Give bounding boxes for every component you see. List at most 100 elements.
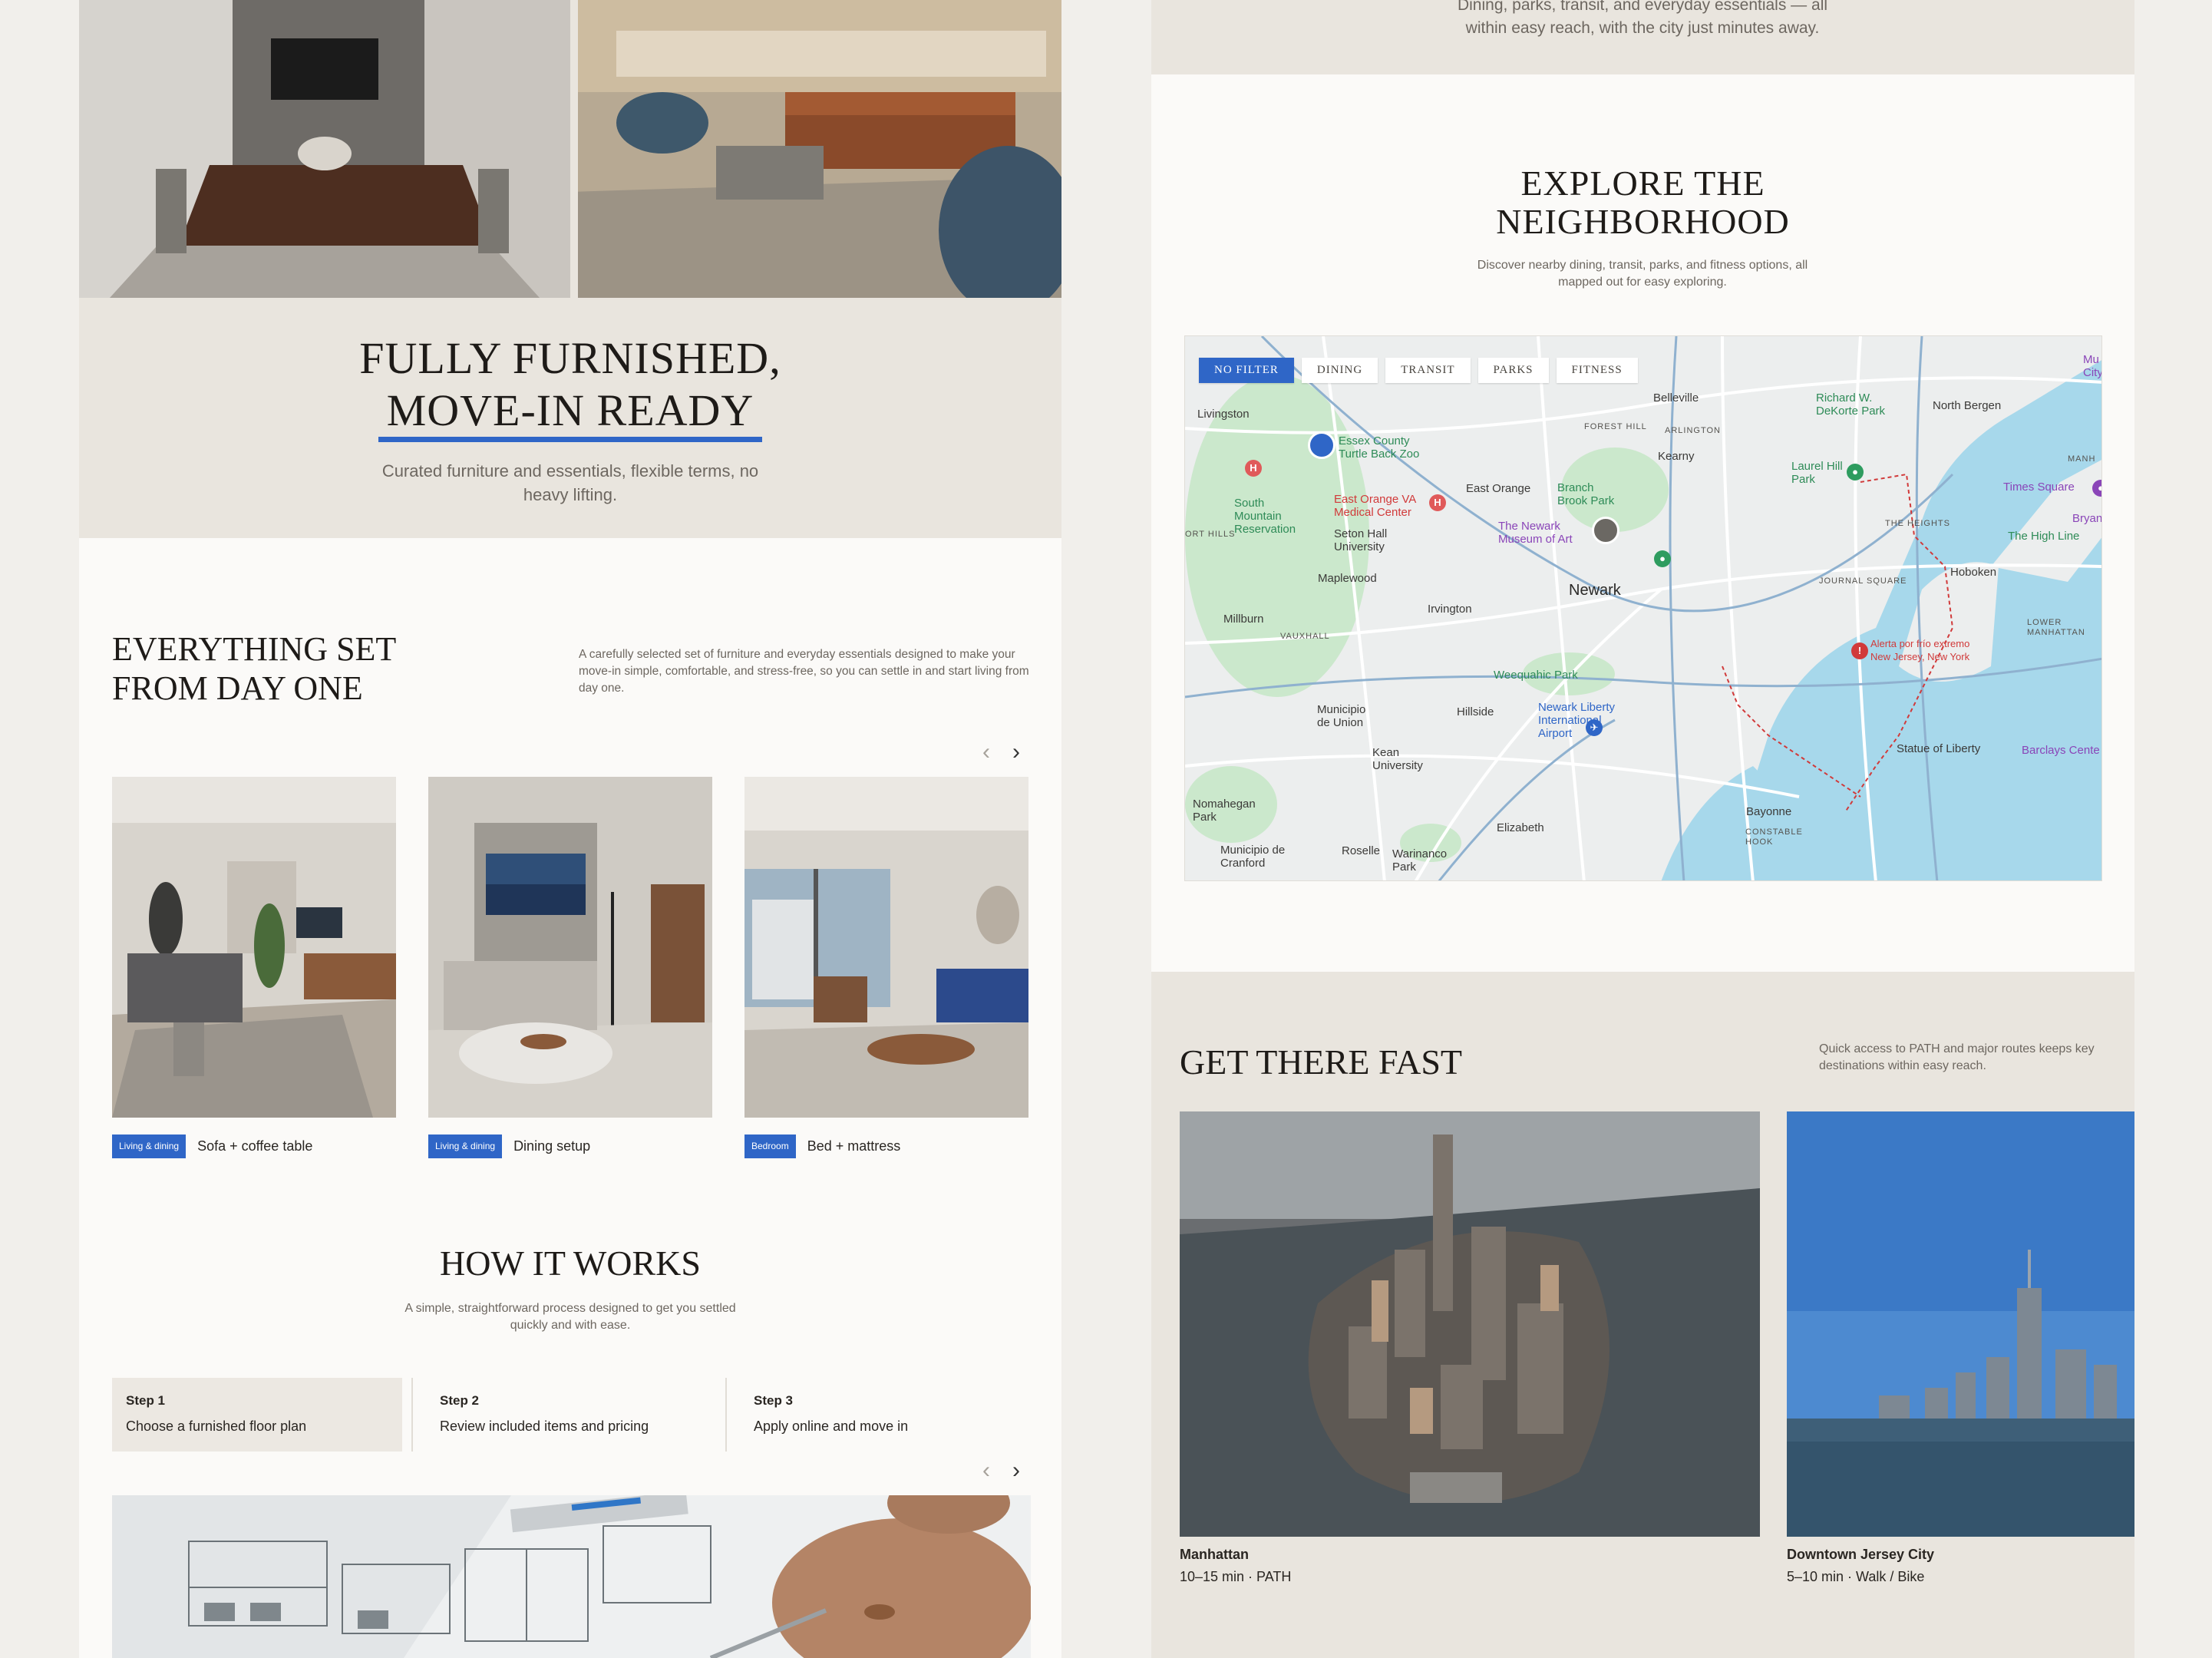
map-label-va-center: East Orange VA Medical Center	[1334, 493, 1416, 519]
map-label-roselle: Roselle	[1342, 844, 1381, 857]
furnishing-card[interactable]: Living & dining Sofa + coffee table	[112, 777, 396, 1158]
furnishing-card[interactable]: Living & dining Dining setup	[428, 777, 712, 1158]
zoo-photo-pin-icon[interactable]	[1308, 431, 1335, 459]
map-label-north-bergen: North Bergen	[1933, 399, 2002, 412]
how-it-works-title: HOW IT WORKS	[440, 1244, 701, 1283]
map-label-statue: Statue of Liberty	[1897, 742, 1981, 755]
step-divider	[725, 1378, 727, 1452]
everything-title: EVERYTHING SET FROM DAY ONE	[112, 630, 396, 707]
step-2[interactable]: Step 2 Review included items and pricing	[426, 1378, 716, 1452]
filter-parks[interactable]: PARKS	[1477, 358, 1549, 383]
hero-lounge-photo	[79, 0, 1061, 298]
filter-no-filter[interactable]: NO FILTER	[1199, 358, 1294, 383]
map-label-dekorte: Richard W. DeKorte Park	[1816, 391, 1886, 418]
furnished-subtitle: Curated furniture and essentials, flexib…	[381, 461, 759, 504]
step-number: Step 2	[440, 1393, 480, 1408]
bedroom-photo	[744, 777, 1028, 1118]
furnished-title: FULLY FURNISHED, MOVE-IN READY	[79, 332, 1061, 437]
map-label-seton-hall: Seton Hall University	[1334, 527, 1388, 553]
destination-time: 10–15 min · PATH	[1180, 1569, 1292, 1584]
map-label-east-orange: East Orange	[1466, 482, 1531, 495]
category-tag: Living & dining	[112, 1135, 187, 1158]
furnishing-card[interactable]: Bedroom Bed + mattress	[744, 777, 1028, 1158]
furnished-title-line1: FULLY FURNISHED,	[359, 333, 781, 383]
manhattan-aerial-photo[interactable]	[1180, 1111, 1760, 1537]
map-label-kean: Kean University	[1372, 746, 1423, 772]
explore-title: EXPLORE THE NEIGHBORHOOD	[1151, 164, 2134, 241]
map-label-bryan: Bryan	[2072, 512, 2102, 525]
map-label-times-square: Times Square	[2003, 481, 2075, 494]
card-meta: Living & dining Dining setup	[428, 1135, 590, 1158]
destination-name: Manhattan	[1180, 1547, 1249, 1562]
card-meta: Bedroom Bed + mattress	[744, 1135, 900, 1158]
step-3[interactable]: Step 3 Apply online and move in	[740, 1378, 1030, 1452]
map-label-irvington: Irvington	[1428, 603, 1472, 616]
how-it-works-description: A simple, straightforward process design…	[404, 1302, 736, 1332]
steps-prev-button[interactable]: ‹	[975, 1459, 998, 1484]
airport-pin-icon[interactable]: ✈	[1586, 719, 1603, 736]
map-label-mu-city: Mu City	[2083, 353, 2102, 379]
hospital-pin-icon[interactable]: H	[1245, 460, 1262, 477]
map-label-lower-manhattan: LOWER MANHATTAN	[2027, 618, 2085, 637]
map-label-elizabeth: Elizabeth	[1497, 821, 1544, 834]
map-label-laurel-hill: Laurel Hill Park	[1791, 460, 1843, 486]
map-label-journal-square: JOURNAL SQUARE	[1819, 576, 1907, 586]
furnished-section: FULLY FURNISHED, MOVE-IN READY Curated f…	[79, 298, 1061, 538]
get-there-fast-section: GET THERE FAST Quick access to PATH and …	[1151, 972, 2134, 1658]
map-label-the-heights: THE HEIGHTS	[1885, 519, 1950, 528]
card-label: Sofa + coffee table	[197, 1138, 313, 1154]
filter-transit[interactable]: TRANSIT	[1385, 358, 1471, 383]
map-label-nomahegan: Nomahegan Park	[1193, 798, 1256, 824]
map-label-forest-hill: FOREST HILL	[1584, 422, 1647, 431]
map-label-newark: Newark	[1569, 582, 1621, 599]
neighborhood-map[interactable]: NO FILTER DINING TRANSIT PARKS FITNESS L…	[1184, 335, 2102, 881]
hospital-pin-icon[interactable]: H	[1429, 494, 1446, 511]
map-label-maplewood: Maplewood	[1318, 572, 1377, 585]
park-pin-icon[interactable]: ●	[1654, 550, 1671, 567]
map-filter-bar: NO FILTER DINING TRANSIT PARKS FITNESS	[1199, 358, 1638, 383]
neighborhood-intro-text: Dining, parks, transit, and everyday ess…	[1457, 0, 1828, 37]
get-there-fast-description: Quick access to PATH and major routes ke…	[1819, 1042, 2095, 1072]
everything-description: A carefully selected set of furniture an…	[579, 648, 1029, 695]
map-label-weequahic: Weequahic Park	[1494, 669, 1578, 682]
park-pin-icon[interactable]: ●	[1847, 464, 1864, 481]
step-text: Apply online and move in	[754, 1419, 909, 1434]
destination-time: 5–10 min · Walk / Bike	[1787, 1569, 1925, 1584]
step-text: Choose a furnished floor plan	[126, 1419, 307, 1434]
filter-dining[interactable]: DINING	[1301, 358, 1378, 383]
steps-next-button[interactable]: ›	[1005, 1459, 1028, 1484]
jersey-city-skyline-photo[interactable]	[1787, 1111, 2134, 1537]
map-label-essex-zoo: Essex County Turtle Back Zoo	[1339, 434, 1420, 461]
step-number: Step 3	[754, 1393, 794, 1408]
map-label-barclays: Barclays Cente	[2022, 744, 2100, 757]
map-label-cranford: Municipio de Cranford	[1220, 844, 1286, 870]
map-label-short-hills: ORT HILLS	[1185, 530, 1236, 539]
category-tag: Living & dining	[428, 1135, 503, 1158]
alert-pin-icon[interactable]: !	[1851, 642, 1868, 659]
map-label-branch-brook: Branch Brook Park	[1557, 481, 1615, 507]
step-text: Review included items and pricing	[440, 1419, 649, 1434]
map-label-union: Municipio de Union	[1317, 703, 1366, 729]
map-label-arlington: ARLINGTON	[1665, 426, 1721, 435]
map-label-kearny: Kearny	[1658, 450, 1695, 463]
map-label-millburn: Millburn	[1223, 613, 1264, 626]
step-divider	[411, 1378, 413, 1452]
map-label-manh: MANH	[2068, 454, 2096, 464]
map-label-bayonne: Bayonne	[1746, 805, 1792, 818]
map-label-hoboken: Hoboken	[1950, 566, 1997, 579]
explore-description: Discover nearby dining, transit, parks, …	[1477, 259, 1808, 289]
map-label-hillside: Hillside	[1457, 705, 1494, 718]
carousel-prev-button[interactable]: ‹	[975, 741, 998, 765]
neighborhood-intro-band: Dining, parks, transit, and everyday ess…	[1151, 0, 2134, 74]
living-room-photo	[112, 777, 396, 1118]
explore-title-line1: EXPLORE THE	[1520, 163, 1765, 203]
museum-photo-pin-icon[interactable]	[1592, 517, 1619, 544]
left-page: FULLY FURNISHED, MOVE-IN READY Curated f…	[79, 0, 1061, 1658]
explore-title-line2: NEIGHBORHOOD	[1496, 202, 1790, 241]
category-tag: Bedroom	[744, 1135, 796, 1158]
filter-fitness[interactable]: FITNESS	[1556, 358, 1638, 383]
map-label-high-line: The High Line	[2008, 530, 2080, 543]
step-1[interactable]: Step 1 Choose a furnished floor plan	[112, 1378, 402, 1452]
map-label-south-mountain: South Mountain Reservation	[1234, 497, 1296, 536]
carousel-next-button[interactable]: ›	[1005, 741, 1028, 765]
